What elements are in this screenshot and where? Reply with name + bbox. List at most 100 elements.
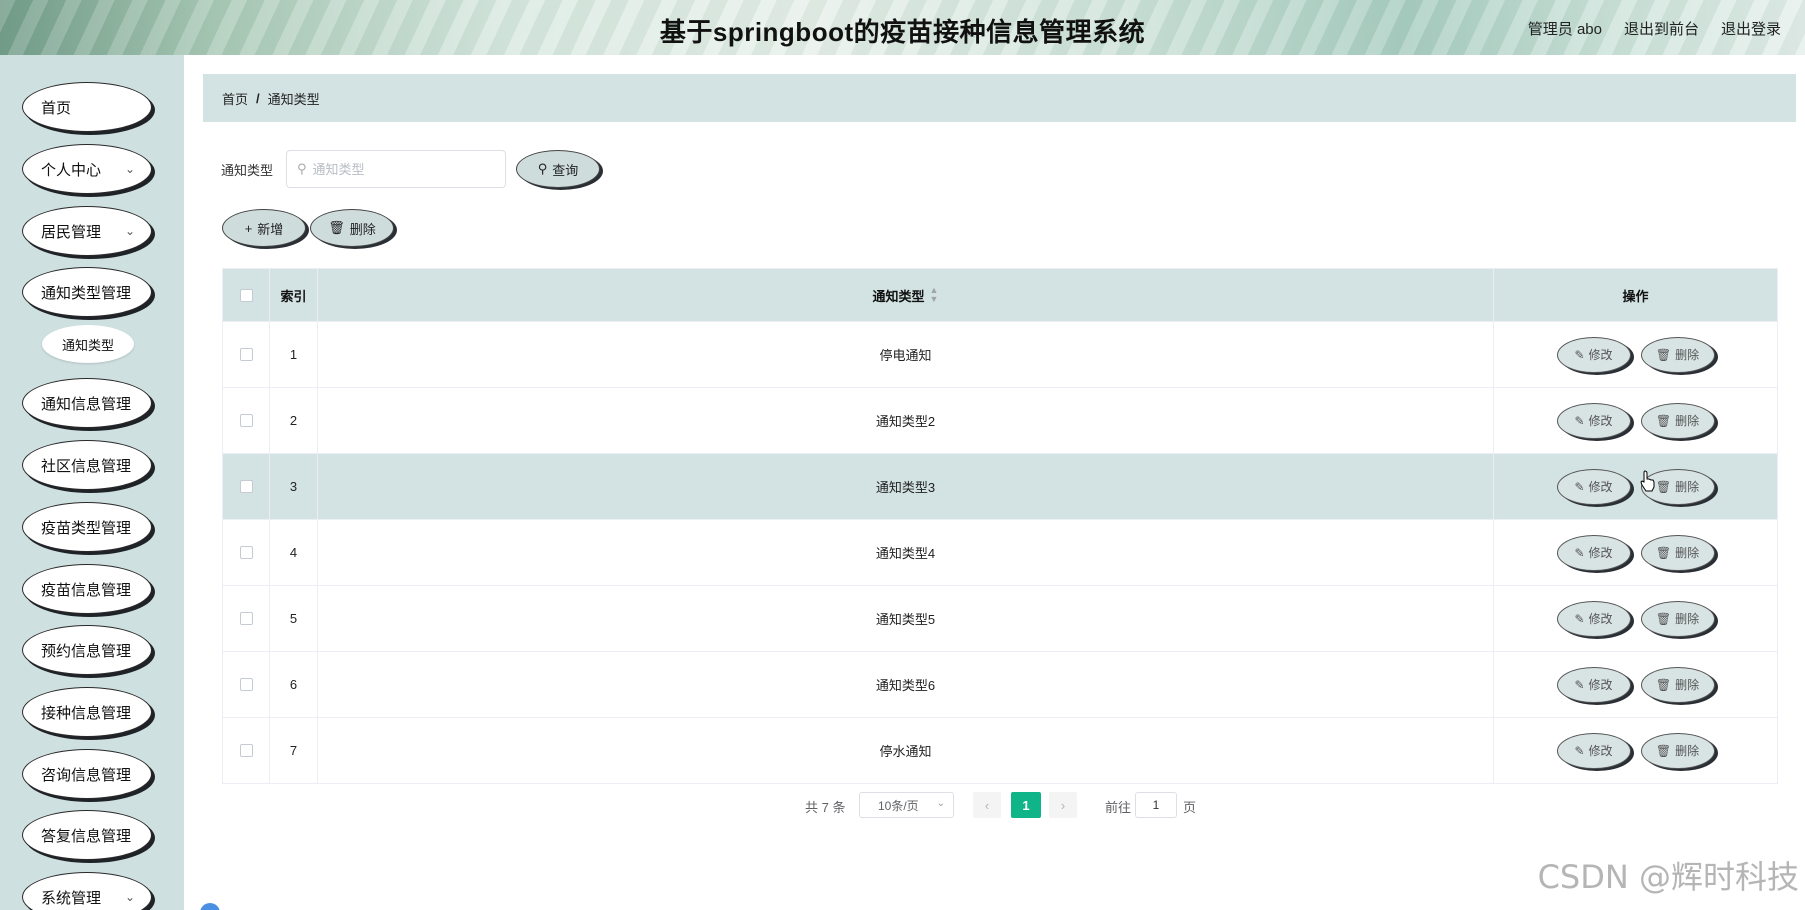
pagination: 共 7 条 10条/页 ⌄ ‹ 1 › 前往 页 — [0, 792, 1805, 818]
delete-button[interactable]: 🗑 删除 — [1640, 666, 1715, 703]
table-row[interactable]: 5 通知类型5 ✎ 修改 🗑 删除 — [223, 585, 1777, 651]
trash-icon: 🗑 — [1655, 545, 1672, 560]
edit-button-label: 修改 — [1588, 678, 1613, 692]
sidebar-item-home[interactable]: 首页 — [22, 82, 152, 132]
row-checkbox[interactable] — [239, 612, 253, 625]
breadcrumb-current: 通知类型 — [267, 91, 320, 107]
header-select-all — [223, 269, 270, 321]
chevron-down-icon: ⌄ — [936, 798, 945, 809]
sidebar-item-label: 疫苗信息管理 — [41, 581, 132, 599]
table-row[interactable]: 3 通知类型3 ✎ 修改 🗑 删除 — [223, 453, 1777, 519]
search-input[interactable] — [312, 161, 483, 177]
sidebar-item-vaccination-info[interactable]: 接种信息管理 — [22, 687, 152, 737]
sidebar-item-system-mgmt[interactable]: 系统管理 ⌄ — [22, 872, 152, 910]
add-button[interactable]: + 新增 — [222, 209, 306, 247]
header-type[interactable]: 通知类型 ▲ ▼ — [318, 269, 1494, 321]
row-checkbox[interactable] — [239, 348, 253, 361]
table-row[interactable]: 4 通知类型4 ✎ 修改 🗑 删除 — [223, 519, 1777, 585]
row-actions: ✎ 修改 🗑 删除 — [1494, 454, 1777, 519]
edit-button-label: 修改 — [1588, 546, 1613, 560]
delete-button-label: 删除 — [1675, 546, 1700, 560]
page-size-select[interactable]: 10条/页 ⌄ — [859, 792, 954, 818]
pagination-total: 共 7 条 — [805, 800, 846, 815]
delete-button[interactable]: 🗑 删除 — [1640, 732, 1715, 769]
submenu-item-notice-type[interactable]: 通知类型 — [42, 325, 134, 363]
goto-page-input[interactable] — [1135, 792, 1177, 818]
edit-button-label: 修改 — [1588, 480, 1613, 494]
goto-label: 前往 — [1105, 800, 1132, 815]
edit-button[interactable]: ✎ 修改 — [1556, 666, 1631, 703]
watermark: CSDN @辉时科技 — [1537, 858, 1799, 896]
edit-button[interactable]: ✎ 修改 — [1556, 336, 1631, 373]
table-row[interactable]: 2 通知类型2 ✎ 修改 🗑 删除 — [223, 387, 1777, 453]
hand-cursor-icon — [1640, 470, 1655, 492]
edit-button[interactable]: ✎ 修改 — [1556, 468, 1631, 505]
logout-link[interactable]: 退出登录 — [1721, 18, 1781, 39]
row-index: 6 — [270, 652, 318, 717]
sidebar-item-appointment-info[interactable]: 预约信息管理 — [22, 625, 152, 675]
edit-button[interactable]: ✎ 修改 — [1556, 534, 1631, 571]
sidebar-item-community-info[interactable]: 社区信息管理 — [22, 440, 152, 490]
batch-delete-button[interactable]: 🗑 删除 — [310, 209, 394, 247]
search-field[interactable]: ⚲ — [286, 150, 506, 188]
row-select-cell — [223, 322, 270, 387]
edit-icon: ✎ — [1574, 347, 1585, 362]
delete-button[interactable]: 🗑 删除 — [1640, 534, 1715, 571]
row-type: 通知类型5 — [318, 586, 1494, 651]
top-header: 基于springboot的疫苗接种信息管理系统 管理员 abo 退出到前台 退出… — [0, 0, 1805, 55]
edit-icon: ✎ — [1574, 413, 1585, 428]
sort-icon[interactable]: ▲ ▼ — [930, 286, 939, 304]
table-row[interactable]: 7 停水通知 ✎ 修改 🗑 删除 — [223, 717, 1777, 783]
next-page-button[interactable]: › — [1049, 792, 1077, 818]
select-all-checkbox[interactable] — [239, 288, 253, 302]
sidebar-item-vaccine-info[interactable]: 疫苗信息管理 — [22, 564, 152, 614]
edit-button[interactable]: ✎ 修改 — [1556, 600, 1631, 637]
row-type: 通知类型3 — [318, 454, 1494, 519]
sidebar-item-vaccine-type[interactable]: 疫苗类型管理 — [22, 502, 152, 552]
chevron-down-icon: ⌄ — [124, 162, 135, 176]
edit-button-label: 修改 — [1588, 348, 1613, 362]
sidebar-item-residents[interactable]: 居民管理 ⌄ — [22, 206, 152, 256]
sidebar-item-label: 系统管理 — [41, 889, 102, 907]
delete-button[interactable]: 🗑 删除 — [1640, 600, 1715, 637]
delete-button[interactable]: 🗑 删除 — [1640, 402, 1715, 439]
row-checkbox[interactable] — [239, 414, 253, 427]
row-actions: ✎ 修改 🗑 删除 — [1494, 586, 1777, 651]
row-select-cell — [223, 454, 270, 519]
add-button-label: 新增 — [257, 221, 284, 237]
table-row[interactable]: 1 停电通知 ✎ 修改 🗑 删除 — [223, 321, 1777, 387]
row-checkbox[interactable] — [239, 744, 253, 757]
trash-icon: 🗑 — [1655, 413, 1672, 428]
edit-button[interactable]: ✎ 修改 — [1556, 402, 1631, 439]
table-body: 1 停电通知 ✎ 修改 🗑 删除 2 通知类型2 ✎ 修改 🗑 删除 3 通知类型3 ✎ 修改 🗑 删除 4 通知类型… — [223, 321, 1777, 783]
floating-action-dot[interactable] — [200, 903, 220, 910]
sidebar-item-label: 答复信息管理 — [41, 827, 132, 845]
user-role: 管理员 — [1527, 21, 1573, 38]
sidebar-item-label: 社区信息管理 — [41, 457, 132, 475]
trash-icon: 🗑 — [1655, 677, 1672, 692]
table-row[interactable]: 6 通知类型6 ✎ 修改 🗑 删除 — [223, 651, 1777, 717]
sidebar-item-label: 预约信息管理 — [41, 642, 132, 660]
row-checkbox[interactable] — [239, 546, 253, 559]
breadcrumb-home[interactable]: 首页 — [222, 89, 248, 108]
delete-button[interactable]: 🗑 删除 — [1640, 336, 1715, 373]
sidebar-item-label: 居民管理 — [41, 223, 102, 241]
delete-button-label: 删除 — [1675, 744, 1700, 758]
edit-button[interactable]: ✎ 修改 — [1556, 732, 1631, 769]
breadcrumb-separator: / — [256, 90, 260, 106]
sidebar-item-label: 咨询信息管理 — [41, 766, 132, 784]
sidebar-item-notice-info-mgmt[interactable]: 通知信息管理 — [22, 378, 152, 428]
row-type: 通知类型2 — [318, 388, 1494, 453]
sidebar-item-notice-type-mgmt[interactable]: 通知类型管理 — [22, 267, 152, 317]
row-actions: ✎ 修改 🗑 删除 — [1494, 718, 1777, 783]
back-to-front-link[interactable]: 退出到前台 — [1624, 18, 1699, 39]
notice-type-table: 索引 通知类型 ▲ ▼ 操作 1 停电通知 ✎ 修改 🗑 删除 2 通知类型2 ✎ 修改 🗑 删除 3 通知类… — [222, 268, 1778, 784]
page-number-button[interactable]: 1 — [1011, 792, 1041, 818]
row-checkbox[interactable] — [239, 480, 253, 493]
sidebar-item-personal-center[interactable]: 个人中心 ⌄ — [22, 144, 152, 194]
row-type: 通知类型4 — [318, 520, 1494, 585]
query-button[interactable]: ⚲ 查询 — [516, 150, 600, 188]
sidebar-item-label: 通知类型管理 — [41, 284, 132, 302]
row-checkbox[interactable] — [239, 678, 253, 691]
prev-page-button[interactable]: ‹ — [973, 792, 1001, 818]
